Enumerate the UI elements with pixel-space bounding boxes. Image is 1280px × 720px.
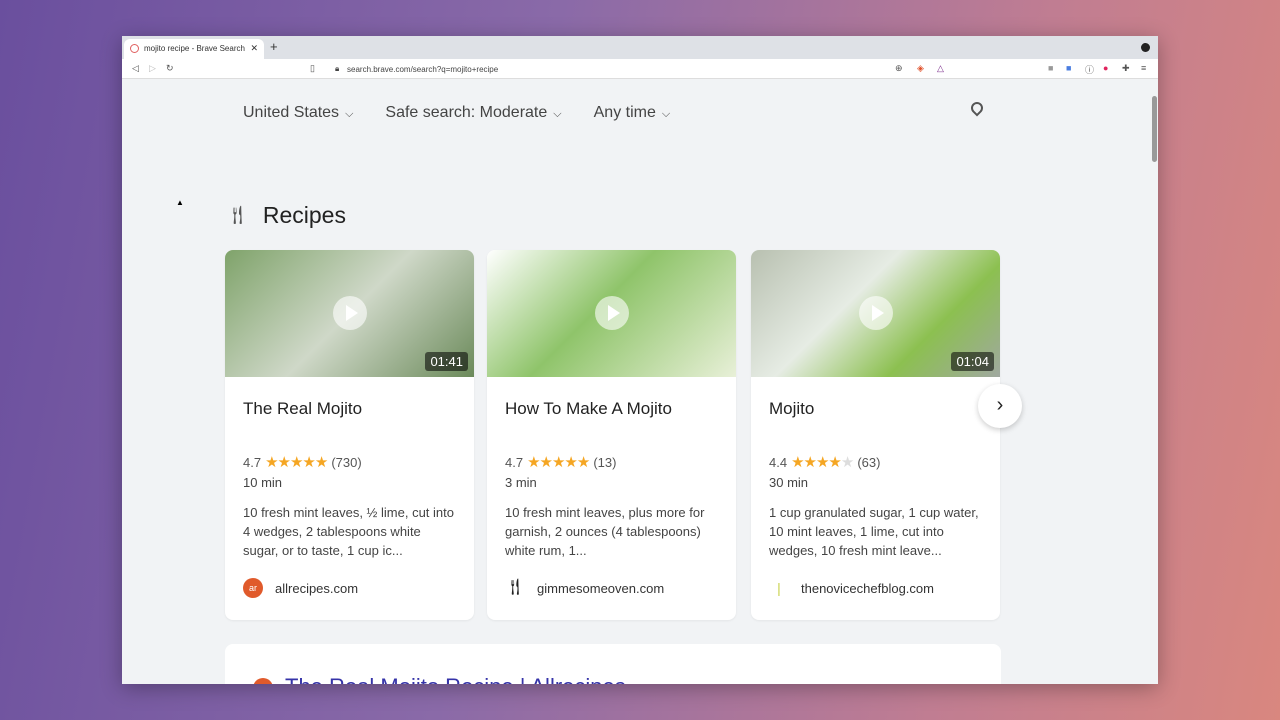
section-title: Recipes: [262, 202, 346, 228]
scrollbar[interactable]: [1152, 96, 1157, 162]
source-domain: gimmesomeoven.com: [537, 580, 665, 596]
source-domain: allrecipes.com: [275, 580, 359, 596]
review-count: (730): [331, 455, 362, 470]
zoom-icon[interactable]: ⊕: [895, 63, 903, 74]
location-pin-icon[interactable]: [968, 99, 986, 117]
chevron-down-icon: ⌵: [345, 108, 354, 120]
menu-icon[interactable]: ≡: [1141, 63, 1146, 73]
rating-value: 4.4: [769, 455, 788, 470]
address-bar[interactable]: 🔒︎ search.brave.com/search?q=mojito+recip…: [332, 61, 912, 77]
star-rating-icon: ★★★★★: [791, 454, 854, 471]
info-extension-icon[interactable]: ⓘ: [1085, 63, 1094, 76]
recipe-rating: 4.4 ★★★★★ (63): [769, 453, 880, 471]
extension-icon[interactable]: ■: [1048, 63, 1053, 73]
brave-favicon-icon: [130, 44, 139, 53]
recipe-time: 10 min: [243, 475, 283, 490]
filter-label: Safe search: Moderate: [385, 104, 548, 121]
star-rating-icon: ★★★★★: [265, 454, 328, 471]
browser-window: mojito recipe - Brave Search ✕ + ◁ ▷ ↻ ▯ …: [122, 36, 1158, 684]
brave-shields-icon[interactable]: ◈: [917, 63, 924, 74]
recipe-card[interactable]: 01:41 The Real Mojito 4.7 ★★★★★ (730) 10 m…: [225, 250, 474, 620]
recipe-description: 1 cup granulated sugar, 1 cup water, 10 …: [769, 505, 979, 558]
new-tab-button[interactable]: +: [270, 39, 278, 54]
video-duration: 01:04: [951, 352, 994, 371]
translate-icon[interactable]: ■: [1066, 63, 1071, 73]
recipe-time: 3 min: [505, 475, 537, 490]
recipe-source[interactable]: ar allrecipes.com: [243, 578, 358, 598]
browser-tab[interactable]: mojito recipe - Brave Search ✕: [124, 39, 264, 59]
filter-time[interactable]: Any time ⌵: [594, 104, 671, 122]
result-title-link[interactable]: The Real Mojito Recipe | Allrecipes: [285, 674, 626, 684]
recipe-rating: 4.7 ★★★★★ (13): [505, 453, 616, 471]
utensils-icon: 🍴︎: [226, 205, 249, 225]
play-icon[interactable]: [859, 296, 893, 330]
recipe-image: [487, 250, 736, 377]
window-menu-icon[interactable]: [1141, 43, 1150, 52]
tab-title: mojito recipe - Brave Search: [144, 44, 245, 53]
review-count: (63): [857, 455, 881, 470]
rating-value: 4.7: [243, 455, 262, 470]
review-count: (13): [593, 455, 617, 470]
fork-knife-icon: 🍴︎: [505, 579, 526, 596]
play-icon[interactable]: [595, 296, 629, 330]
video-duration: 01:41: [425, 352, 468, 371]
novice-chef-logo-icon: |: [777, 580, 781, 596]
brave-rewards-icon[interactable]: △: [937, 63, 944, 74]
recipe-title[interactable]: Mojito: [769, 399, 814, 419]
toolbar: ◁ ▷ ↻ ▯ 🔒︎ search.brave.com/search?q=moji…: [122, 59, 1158, 79]
filter-label: Any time: [593, 104, 656, 121]
filter-bar: United States ⌵ Safe search: Moderate ⌵ An…: [243, 104, 670, 122]
recipes-heading: 🍴︎ Recipes: [226, 202, 346, 229]
lock-icon: 🔒︎: [335, 64, 340, 73]
recipe-image: 01:04: [751, 250, 1000, 377]
mouse-cursor-icon: ▲: [176, 198, 184, 207]
tab-bar: mojito recipe - Brave Search ✕ +: [122, 36, 1158, 59]
extensions-puzzle-icon[interactable]: ✚: [1122, 63, 1130, 74]
allrecipes-logo-icon: ar: [243, 578, 263, 598]
source-domain: thenovicechefblog.com: [801, 580, 934, 596]
allrecipes-favicon-icon: [253, 678, 273, 684]
filter-label: United States: [243, 104, 340, 121]
chevron-down-icon: ⌵: [661, 108, 671, 120]
recipe-card[interactable]: How To Make A Mojito 4.7 ★★★★★ (13) 3 min …: [487, 250, 736, 620]
recipe-title[interactable]: How To Make A Mojito: [505, 399, 672, 419]
carousel-next-button[interactable]: ›: [978, 384, 1022, 428]
search-result: The Real Mojito Recipe | Allrecipes: [225, 644, 1001, 684]
play-icon[interactable]: [333, 296, 367, 330]
recipe-description: 10 fresh mint leaves, plus more for garn…: [505, 505, 705, 558]
reload-icon[interactable]: ↻: [166, 63, 174, 74]
filter-country[interactable]: United States ⌵: [243, 104, 353, 122]
forward-icon[interactable]: ▷: [149, 63, 156, 74]
rating-value: 4.7: [505, 455, 524, 470]
chevron-down-icon: ⌵: [553, 108, 562, 120]
recipe-card[interactable]: 01:04 Mojito 4.4 ★★★★★ (63) 30 min 1 cup g…: [751, 250, 1000, 620]
filter-safe-search[interactable]: Safe search: Moderate ⌵: [385, 104, 561, 122]
recipe-title[interactable]: The Real Mojito: [243, 399, 362, 419]
search-page: United States ⌵ Safe search: Moderate ⌵ An…: [122, 94, 1158, 684]
bookmark-icon[interactable]: ▯: [310, 63, 315, 74]
pinterest-icon[interactable]: ●: [1103, 63, 1108, 73]
recipe-source[interactable]: 🍴︎ gimmesomeoven.com: [505, 578, 664, 598]
recipe-source[interactable]: | thenovicechefblog.com: [769, 578, 934, 598]
url-text: search.brave.com/search?q=mojito+recipe: [347, 65, 499, 74]
recipe-description: 10 fresh mint leaves, ½ lime, cut into 4…: [243, 505, 454, 558]
star-rating-icon: ★★★★★: [527, 454, 590, 471]
close-tab-icon[interactable]: ✕: [250, 43, 258, 54]
back-icon[interactable]: ◁: [132, 63, 139, 74]
recipe-image: 01:41: [225, 250, 474, 377]
recipe-time: 30 min: [769, 475, 809, 490]
recipe-rating: 4.7 ★★★★★ (730): [243, 453, 362, 471]
